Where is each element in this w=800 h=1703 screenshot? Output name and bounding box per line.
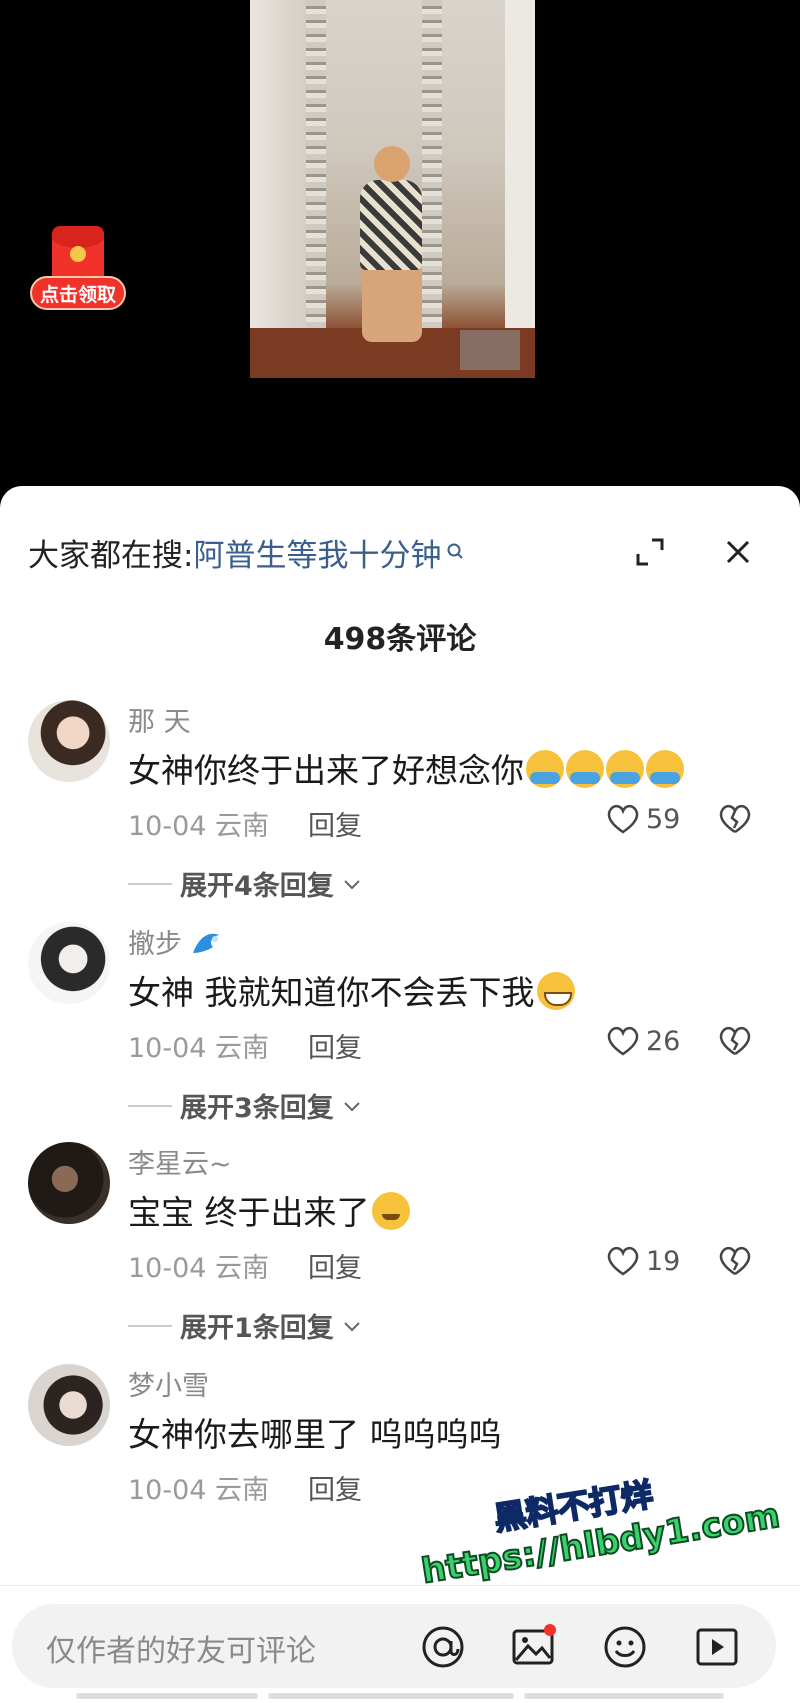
close-icon[interactable] [720, 534, 756, 570]
comment-text-body: 女神 我就知道你不会丢下我 [128, 973, 535, 1012]
avatar[interactable] [28, 1364, 110, 1446]
expand-replies-label: 展开1条回复 [180, 1313, 334, 1344]
comment-date-location: 10-04 云南 [128, 1475, 270, 1506]
comment-text-body: 女神你终于出来了好想念你 [128, 751, 524, 790]
cry-emoji-icon [606, 750, 644, 788]
chevron-down-icon [344, 879, 360, 889]
wave-emoji-icon [192, 933, 219, 953]
reply-button[interactable]: 回复 [308, 1468, 362, 1507]
avatar[interactable] [28, 1142, 110, 1224]
grin-emoji-icon [536, 972, 575, 1010]
comment-author[interactable]: 李星云~ [128, 1142, 232, 1181]
video-frame[interactable] [250, 0, 535, 378]
comment-text: 女神 我就知道你不会丢下我 [128, 966, 575, 1014]
video-wall-right [505, 0, 535, 378]
avatar[interactable] [28, 922, 110, 1004]
expand-replies[interactable]: 展开4条回复 [128, 864, 364, 903]
search-icon [447, 543, 464, 559]
expand-icon[interactable] [632, 534, 668, 570]
like-button[interactable]: 19 [604, 1242, 680, 1280]
trending-search[interactable]: 大家都在搜: 阿普生等我十分钟 [28, 530, 467, 575]
expand-replies-label: 展开3条回复 [180, 1093, 334, 1124]
expand-replies-label: 展开4条回复 [180, 871, 334, 902]
comment-date-location: 10-04 云南 [128, 811, 270, 842]
broken-heart-icon[interactable] [716, 800, 754, 838]
divider [128, 882, 172, 885]
video-person-legs [362, 262, 422, 342]
video-person-body [360, 180, 422, 270]
video-person-head [374, 146, 410, 182]
comment-text: 女神你终于出来了好想念你 [128, 744, 684, 792]
cry-emoji-icon [646, 750, 684, 788]
emoji-icon[interactable] [600, 1622, 650, 1672]
chevron-down-icon [344, 1321, 360, 1331]
broken-heart-icon[interactable] [716, 1022, 754, 1060]
cry-emoji-icon [566, 750, 604, 788]
avatar[interactable] [28, 700, 110, 782]
broken-heart-icon[interactable] [716, 1242, 754, 1280]
cry-emoji-icon [526, 750, 564, 788]
like-button[interactable]: 59 [604, 800, 680, 838]
redpacket-label: 点击领取 [30, 276, 126, 310]
trending-search-prefix: 大家都在搜: [28, 537, 194, 574]
mirror-post-left [306, 0, 326, 378]
video-wall [250, 0, 310, 378]
redpacket-button[interactable]: 点击领取 [28, 226, 128, 316]
heart-icon [607, 1026, 639, 1056]
comment-author-name: 撤步 [128, 929, 182, 960]
mirror-post-right [422, 0, 442, 378]
comment-count-title: 498条评论 [323, 622, 477, 657]
video-shelf [460, 330, 520, 370]
like-count: 59 [646, 803, 681, 835]
home-indicator-center [268, 1693, 514, 1699]
heart-icon [607, 804, 639, 834]
reply-button[interactable]: 回复 [308, 1026, 362, 1065]
home-indicator-left [76, 1693, 258, 1699]
comment-input-bar: 仅作者的好友可评论 [0, 1585, 800, 1703]
comment-date-location: 10-04 云南 [128, 1253, 270, 1284]
comment-text: 宝宝 终于出来了 [128, 1186, 410, 1234]
comment-text-body: 宝宝 终于出来了 [128, 1193, 370, 1232]
comment-author[interactable]: 那 天 [128, 700, 191, 739]
video-play-icon[interactable] [692, 1622, 742, 1672]
chevron-down-icon [344, 1101, 360, 1111]
reply-button[interactable]: 回复 [308, 804, 362, 843]
comment-date-location: 10-04 云南 [128, 1033, 270, 1064]
expand-replies[interactable]: 展开1条回复 [128, 1306, 364, 1345]
like-count: 19 [646, 1245, 681, 1277]
divider [128, 1324, 172, 1327]
reply-button[interactable]: 回复 [308, 1246, 362, 1285]
video-area[interactable]: 点击领取 [0, 0, 800, 500]
expand-replies[interactable]: 展开3条回复 [128, 1086, 364, 1125]
heart-icon [607, 1246, 639, 1276]
comment-input-placeholder: 仅作者的好友可评论 [46, 1634, 316, 1669]
like-count: 26 [646, 1025, 681, 1057]
divider [128, 1104, 172, 1107]
like-button[interactable]: 26 [604, 1022, 680, 1060]
comment-author[interactable]: 撤步 [128, 922, 223, 961]
at-mention-icon[interactable] [418, 1622, 468, 1672]
comment-input[interactable]: 仅作者的好友可评论 [12, 1604, 776, 1688]
home-indicator-right [524, 1693, 724, 1699]
comment-text: 女神你去哪里了 呜呜呜呜 [128, 1415, 502, 1454]
smirk-emoji-icon [371, 1192, 410, 1230]
trending-search-term[interactable]: 阿普生等我十分钟 [193, 530, 441, 575]
image-icon[interactable] [508, 1622, 558, 1672]
comment-author[interactable]: 梦小雪 [128, 1364, 209, 1403]
redpacket-icon [52, 226, 104, 282]
